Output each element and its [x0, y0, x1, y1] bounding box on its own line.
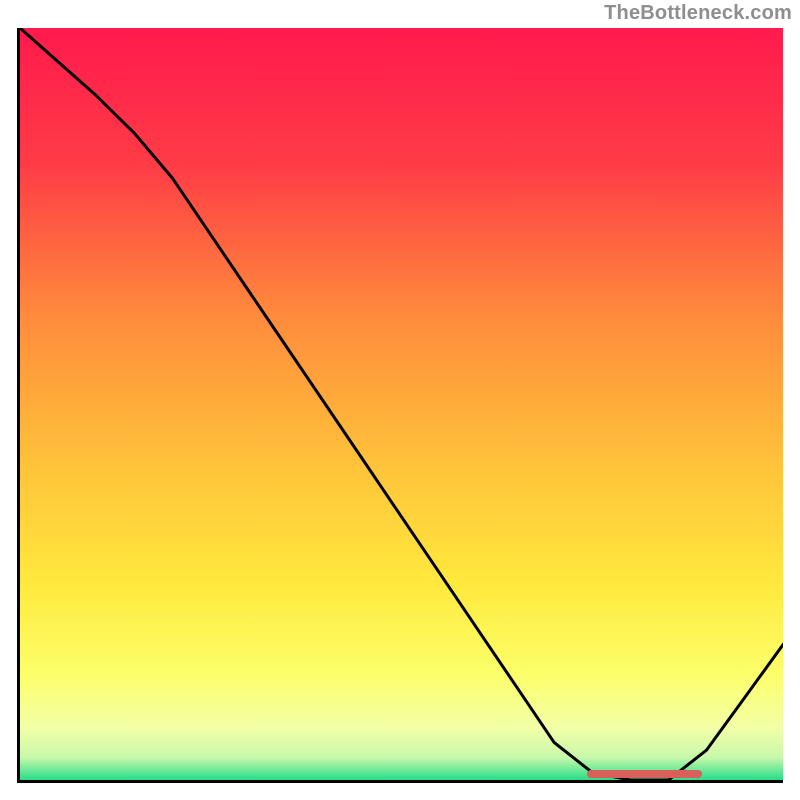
chart-curve	[20, 28, 783, 780]
attribution-label: TheBottleneck.com	[604, 2, 792, 25]
chart-plot-area	[17, 28, 783, 783]
bottleneck-marker	[587, 770, 702, 778]
